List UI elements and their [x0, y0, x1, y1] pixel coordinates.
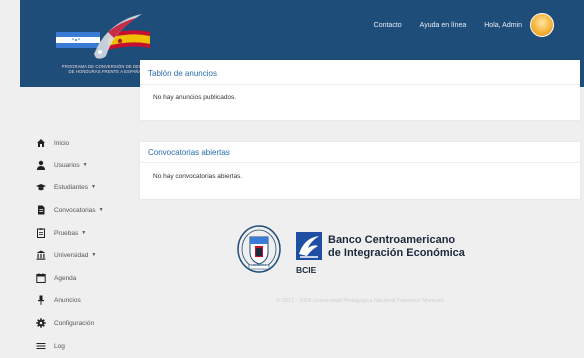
app-frame: PROGRAMA DE CONVERSIÓN DE DEUDA DE HONDU… [0, 0, 584, 358]
chevron-down-icon: ▼ [81, 230, 87, 236]
sidebar-item-label: Anuncios [54, 296, 81, 304]
open-calls-divider [140, 162, 580, 163]
sidebar-item-label: Agenda [54, 274, 77, 282]
chevron-down-icon: ▼ [90, 184, 96, 190]
top-nav: Contacto Ayuda en línea Hola, Admin [374, 13, 554, 37]
sidebar-item-convocatorias[interactable]: Convocatorias ▼ [36, 204, 136, 216]
sidebar-item-agenda[interactable]: Agenda [36, 272, 136, 284]
sidebar-item-configuracion[interactable]: Configuración [36, 317, 136, 329]
sidebar-item-label: Convocatorias [54, 206, 96, 214]
open-calls-panel: Convocatorias abiertas No hay convocator… [140, 142, 580, 199]
sidebar-item-anuncios[interactable]: Anuncios [36, 294, 136, 306]
university-icon [36, 250, 46, 260]
graduation-cap-icon [36, 182, 46, 192]
calendar-icon [36, 273, 46, 283]
announcements-empty-text: No hay anuncios publicados. [153, 94, 237, 101]
bcie-short-name: BCIE [296, 265, 317, 275]
sidebar-item-estudiantes[interactable]: Estudiantes ▼ [36, 181, 136, 193]
sidebar-item-label: Inicio [54, 139, 70, 147]
open-calls-empty-text: No hay convocatorias abiertas. [153, 173, 243, 180]
copyright-text: © 2017 - 2018 Universidad Pedagógica Nac… [276, 298, 444, 304]
announcements-title: Tablón de anuncios [148, 69, 217, 78]
gear-icon [36, 318, 46, 328]
sidebar-item-universidad[interactable]: Universidad ▼ [36, 249, 136, 261]
partner-logos: HONDURAS Banco Centroamericano de Integr… [236, 224, 496, 284]
home-icon [36, 138, 46, 148]
user-greeting[interactable]: Hola, Admin [484, 22, 522, 29]
sidebar-item-usuarios[interactable]: Usuarios ▼ [36, 159, 136, 171]
sidebar-item-label: Log [54, 342, 65, 350]
sidebar-item-inicio[interactable]: Inicio [36, 137, 136, 149]
sidebar-item-label: Estudiantes [54, 183, 88, 191]
user-icon [36, 160, 46, 170]
sidebar-item-label: Usuarios [54, 161, 80, 169]
bcie-name: Banco Centroamericano de Integración Eco… [328, 234, 465, 259]
sidebar-item-label: Configuración [54, 319, 95, 327]
list-icon [36, 341, 46, 351]
sidebar-item-label: Universidad [54, 251, 89, 259]
avatar[interactable] [530, 13, 554, 37]
document-icon [36, 205, 46, 215]
pin-icon [36, 295, 46, 305]
sidebar-item-pruebas[interactable]: Pruebas ▼ [36, 227, 136, 239]
announcements-divider [140, 84, 580, 85]
bcie-logo-mark [296, 232, 322, 260]
help-link[interactable]: Ayuda en línea [420, 22, 467, 29]
contact-link[interactable]: Contacto [374, 22, 402, 29]
chevron-down-icon: ▼ [91, 252, 97, 258]
clipboard-icon [36, 228, 46, 238]
sidebar-item-label: Pruebas [54, 229, 79, 237]
upnfm-seal-text: HONDURAS [251, 264, 267, 267]
chevron-down-icon: ▼ [98, 207, 104, 213]
announcements-panel: Tablón de anuncios No hay anuncios publi… [140, 60, 580, 120]
chevron-down-icon: ▼ [82, 162, 88, 168]
sidebar-item-log[interactable]: Log [36, 340, 136, 352]
open-calls-title: Convocatorias abiertas [148, 148, 230, 157]
